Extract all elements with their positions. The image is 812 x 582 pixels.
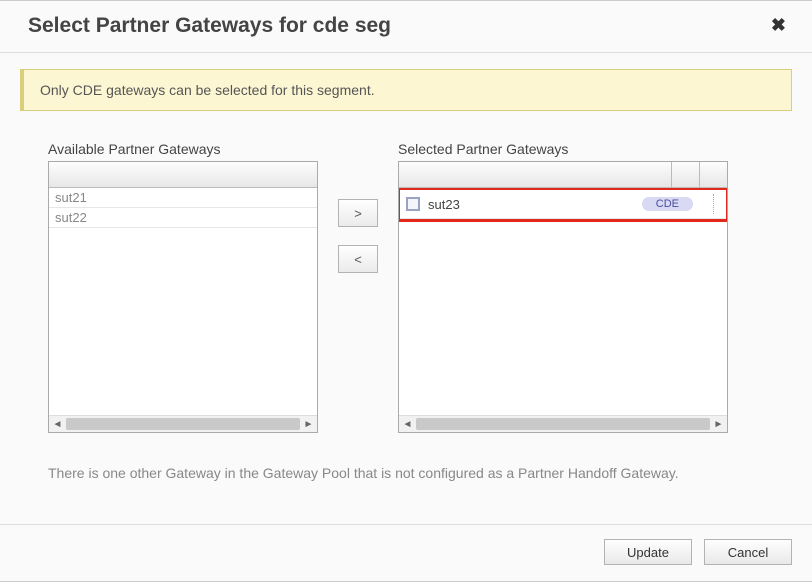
available-list-items: sut21 sut22 [49, 188, 317, 415]
list-item[interactable]: sut22 [49, 208, 317, 228]
row-separator [713, 194, 714, 214]
available-scrollbar[interactable]: ◄ ► [49, 415, 317, 432]
checkbox-icon[interactable] [406, 197, 420, 211]
close-icon[interactable]: ✖ [765, 13, 792, 38]
selected-header-col-1 [671, 162, 699, 187]
remove-button[interactable]: < [338, 245, 378, 273]
update-button[interactable]: Update [604, 539, 692, 565]
scroll-left-icon[interactable]: ◄ [399, 416, 416, 433]
list-item[interactable]: sut21 [49, 188, 317, 208]
selected-listbox[interactable]: sut23 CDE ◄ ► [398, 161, 728, 433]
info-notice-text: Only CDE gateways can be selected for th… [40, 82, 375, 98]
partner-gateways-dialog: Select Partner Gateways for cde seg ✖ On… [0, 0, 812, 582]
scroll-right-icon[interactable]: ► [300, 416, 317, 433]
selected-list-items: sut23 CDE [399, 188, 727, 415]
cancel-button[interactable]: Cancel [704, 539, 792, 565]
footer-note: There is one other Gateway in the Gatewa… [0, 443, 812, 489]
dialog-title: Select Partner Gateways for cde seg [28, 14, 391, 38]
scroll-track[interactable] [66, 418, 300, 430]
available-label: Available Partner Gateways [48, 141, 318, 157]
available-panel: Available Partner Gateways sut21 sut22 ◄… [48, 141, 318, 433]
selected-label: Selected Partner Gateways [398, 141, 728, 157]
selected-header-col-main [399, 162, 671, 187]
list-item[interactable]: sut23 CDE [400, 190, 726, 219]
selected-item-name: sut23 [428, 197, 634, 212]
add-button[interactable]: > [338, 199, 378, 227]
available-list-header [49, 162, 317, 188]
cde-badge: CDE [642, 197, 693, 211]
selected-list-header [399, 162, 727, 188]
dialog-header: Select Partner Gateways for cde seg ✖ [0, 1, 812, 53]
scroll-right-icon[interactable]: ► [710, 416, 727, 433]
dialog-body: Available Partner Gateways sut21 sut22 ◄… [0, 111, 812, 443]
selected-header-col-2 [699, 162, 727, 187]
selected-row-highlight: sut23 CDE [399, 188, 727, 222]
available-listbox[interactable]: sut21 sut22 ◄ ► [48, 161, 318, 433]
scroll-track[interactable] [416, 418, 710, 430]
selected-panel: Selected Partner Gateways sut23 CDE [398, 141, 728, 433]
transfer-buttons: > < [338, 199, 378, 433]
dialog-footer: Update Cancel [0, 524, 812, 581]
scroll-left-icon[interactable]: ◄ [49, 416, 66, 433]
info-notice: Only CDE gateways can be selected for th… [20, 69, 792, 111]
selected-scrollbar[interactable]: ◄ ► [399, 415, 727, 432]
